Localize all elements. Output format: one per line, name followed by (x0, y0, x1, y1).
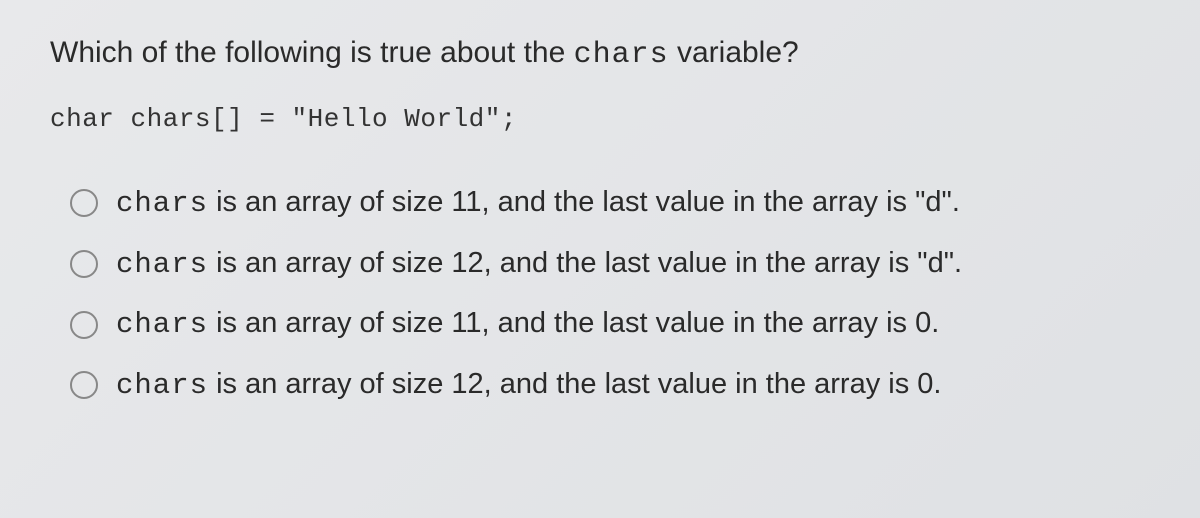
radio-option-2[interactable] (70, 250, 98, 278)
option-2-label: chars is an array of size 12, and the la… (116, 245, 962, 284)
question-code-word: chars (574, 38, 669, 72)
option-2-rest: is an array of size 12, and the last val… (208, 247, 962, 279)
radio-option-4[interactable] (70, 371, 98, 399)
option-3-rest: is an array of size 11, and the last val… (208, 307, 939, 339)
radio-option-3[interactable] (70, 311, 98, 339)
option-4-label: chars is an array of size 12, and the la… (116, 366, 941, 405)
option-1: chars is an array of size 11, and the la… (70, 184, 1150, 223)
option-2: chars is an array of size 12, and the la… (70, 245, 1150, 284)
code-snippet: char chars[] = "Hello World"; (50, 104, 1150, 134)
question-prefix: Which of the following is true about the (50, 36, 574, 69)
option-4-rest: is an array of size 12, and the last val… (208, 368, 941, 400)
option-3-label: chars is an array of size 11, and the la… (116, 305, 939, 344)
radio-option-1[interactable] (70, 189, 98, 217)
option-2-code: chars (116, 248, 208, 281)
option-1-rest: is an array of size 11, and the last val… (208, 186, 960, 218)
option-4: chars is an array of size 12, and the la… (70, 366, 1150, 405)
option-3: chars is an array of size 11, and the la… (70, 305, 1150, 344)
question-text: Which of the following is true about the… (50, 32, 1150, 76)
question-suffix: variable? (669, 36, 799, 69)
option-1-label: chars is an array of size 11, and the la… (116, 184, 960, 223)
option-4-code: chars (116, 369, 208, 402)
option-1-code: chars (116, 187, 208, 220)
option-3-code: chars (116, 308, 208, 341)
options-list: chars is an array of size 11, and the la… (50, 184, 1150, 405)
